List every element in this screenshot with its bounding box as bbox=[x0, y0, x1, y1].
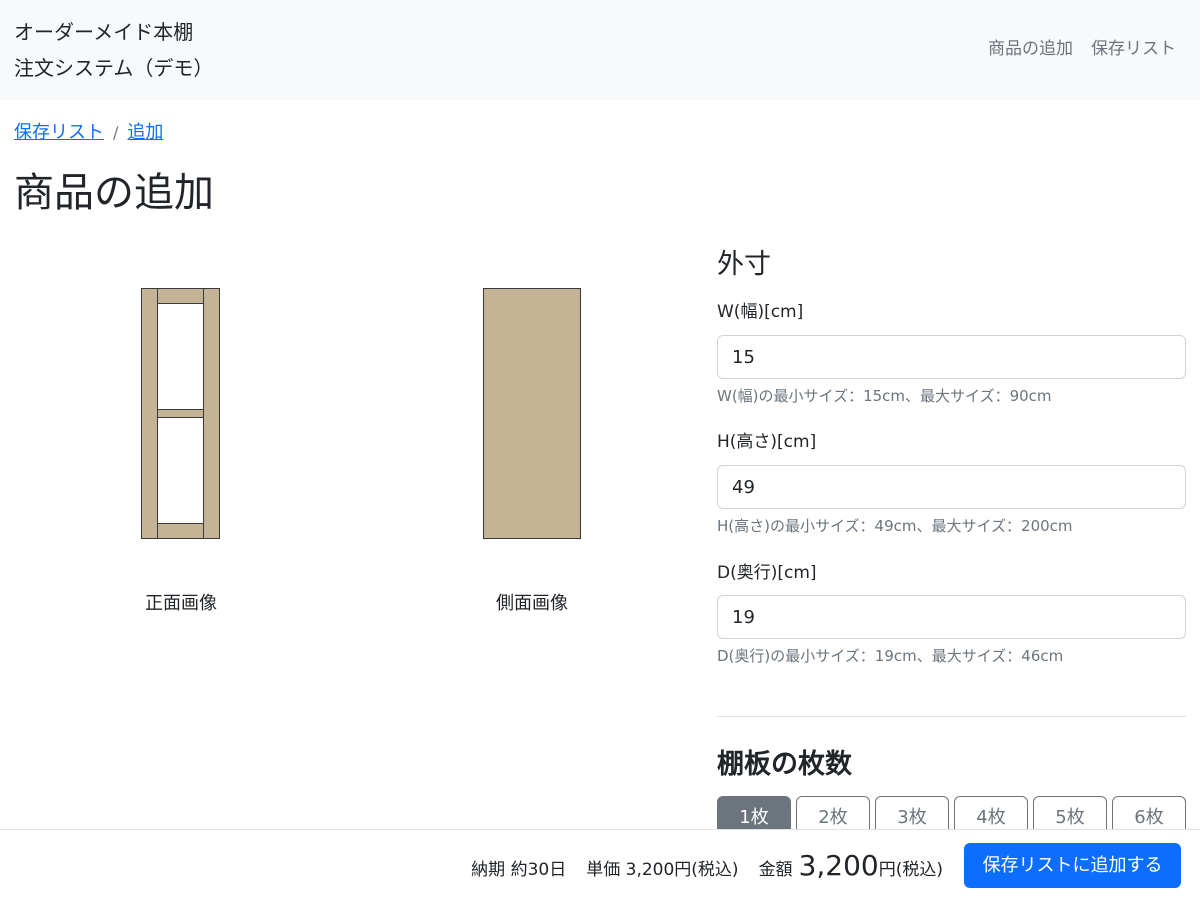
front-top-board bbox=[157, 288, 204, 304]
section-divider bbox=[717, 716, 1186, 717]
width-help: W(幅)の最小サイズ：15cm、最大サイズ：90cm bbox=[717, 387, 1052, 405]
height-label: H(高さ)[cm] bbox=[717, 432, 817, 452]
side-view-image bbox=[483, 288, 581, 539]
breadcrumb-saved-list[interactable]: 保存リスト bbox=[14, 118, 104, 148]
depth-input[interactable] bbox=[717, 595, 1186, 639]
nav-link-add-product[interactable]: 商品の追加 bbox=[988, 35, 1073, 63]
brand-line-2: 注文システム（デモ） bbox=[14, 56, 214, 80]
price-summary: 納期 約30日 単価 3,200円(税込) 金額 3,200 円(税込) bbox=[471, 848, 943, 888]
dimensions-title: 外寸 bbox=[717, 249, 771, 280]
add-to-saved-list-button[interactable]: 保存リストに追加する bbox=[964, 843, 1181, 888]
front-left-panel bbox=[141, 288, 158, 539]
brand-line-1: オーダーメイド本棚 bbox=[14, 20, 194, 44]
total-suffix: 円(税込) bbox=[878, 860, 943, 880]
nav-links: 商品の追加 保存リスト bbox=[988, 35, 1176, 63]
front-right-panel bbox=[203, 288, 220, 539]
side-preview bbox=[483, 288, 582, 540]
dimensions-section: 外寸 bbox=[717, 245, 1186, 285]
navbar: オーダーメイド本棚 注文システム（デモ） 商品の追加 保存リスト bbox=[0, 0, 1200, 100]
front-preview bbox=[141, 288, 220, 540]
breadcrumb-separator: / bbox=[113, 123, 119, 142]
side-caption: 側面画像 bbox=[496, 593, 568, 614]
width-input[interactable] bbox=[717, 335, 1186, 379]
height-input[interactable] bbox=[717, 465, 1186, 509]
front-shelf-board bbox=[157, 409, 204, 418]
breadcrumb: 保存リスト / 追加 bbox=[14, 118, 163, 148]
width-label: W(幅)[cm] bbox=[717, 302, 804, 322]
front-caption: 正面画像 bbox=[145, 593, 217, 614]
order-footer: 納期 約30日 単価 3,200円(税込) 金額 3,200 円(税込) 保存リ… bbox=[0, 829, 1200, 900]
side-panel bbox=[483, 288, 581, 539]
breadcrumb-add[interactable]: 追加 bbox=[127, 118, 163, 148]
shelf-count-title: 棚板の枚数 bbox=[717, 749, 852, 780]
total-label: 金額 bbox=[758, 860, 793, 880]
page-title: 商品の追加 bbox=[14, 170, 214, 216]
depth-help: D(奥行)の最小サイズ：19cm、最大サイズ：46cm bbox=[717, 647, 1064, 665]
total-value: 3,200 bbox=[798, 849, 879, 882]
height-help: H(高さ)の最小サイズ：49cm、最大サイズ：200cm bbox=[717, 517, 1073, 535]
depth-label: D(奥行)[cm] bbox=[717, 563, 817, 583]
delivery-period: 納期 約30日 bbox=[471, 860, 567, 880]
unit-price: 単価 3,200円(税込) bbox=[586, 860, 739, 880]
front-bottom-board bbox=[157, 523, 204, 539]
nav-link-saved-list[interactable]: 保存リスト bbox=[1091, 35, 1176, 63]
brand[interactable]: オーダーメイド本棚 注文システム（デモ） bbox=[14, 14, 213, 86]
front-view-image bbox=[141, 288, 220, 539]
